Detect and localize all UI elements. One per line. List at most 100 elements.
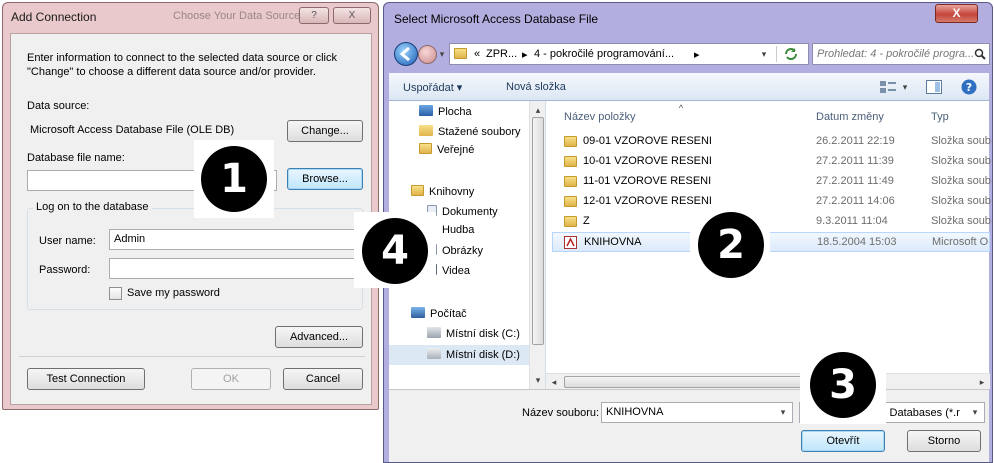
open-button[interactable]: Otevřít [801,430,885,452]
nav-item-libraries[interactable]: Knihovny [411,185,474,198]
list-horizontal-scrollbar[interactable]: ◂ ▸ [546,373,990,389]
add-connection-dialog: Add Connection Choose Your Data Source ?… [2,2,379,410]
row-name: 11-01 VZOROVE RESENI [583,175,712,187]
column-header-type[interactable]: Typ [931,111,949,123]
nav-item-downloads[interactable]: Stažené soubory [419,125,521,138]
drive-c-icon [427,327,441,338]
preview-pane-icon[interactable] [926,80,942,94]
row-date: 27.2.2011 14:06 [816,195,895,207]
computer-icon [411,307,425,318]
file-dialog-footer: Název souboru: KNIHOVNA ▾ M s Databases … [389,389,989,462]
nav-item-drive-c[interactable]: Místní disk (C:) [427,327,520,340]
file-type-value: s Databases (*.r [881,407,960,419]
cancel-button[interactable]: Storno [907,430,981,452]
file-type-dropdown-icon[interactable]: ▾ [969,405,981,419]
row-type: Složka soub [931,215,991,227]
breadcrumb-zpr[interactable]: ZPR... [486,48,517,60]
refresh-icon[interactable] [783,47,799,61]
row-date: 27.2.2011 11:49 [816,175,894,187]
row-name: Z [583,215,590,227]
folder-icon [564,136,577,147]
dialog-body: Enter information to connect to the sele… [10,33,372,405]
nav-item-public[interactable]: Veřejné [419,143,474,156]
scroll-thumb[interactable] [532,117,544,345]
organize-menu[interactable]: Uspořádat ▾ [403,81,462,94]
downloads-icon [419,125,433,136]
column-header-name[interactable]: Název položky [564,111,636,123]
nav-scrollbar[interactable]: ▴ ▾ [529,101,545,389]
close-button[interactable]: X [333,7,371,24]
row-type: Microsoft O [932,236,989,248]
row-name: KNIHOVNA [584,236,642,248]
scroll-up-icon[interactable]: ▴ [531,103,545,117]
password-input[interactable] [109,258,357,279]
address-dropdown-icon[interactable]: ▾ [758,47,770,61]
breadcrumb-overflow[interactable]: « [474,48,480,60]
scroll-down-icon[interactable]: ▾ [531,373,545,387]
close-button[interactable]: X [935,4,978,23]
row-date: 26.2.2011 22:19 [816,135,895,147]
history-dropdown-icon[interactable]: ▾ [437,47,447,61]
address-bar[interactable]: « ZPR... ▸ 4 - pokročilé programování...… [449,43,809,65]
folder-icon [419,143,432,154]
folder-icon [564,196,577,207]
table-row-selected[interactable]: KNIHOVNA 18.5.2004 15:03 Microsoft O [552,232,990,252]
data-source-value: Microsoft Access Database File (OLE DB) [27,120,277,141]
filename-dropdown-icon[interactable]: ▾ [777,405,789,419]
browse-button[interactable]: Browse... [287,168,363,190]
row-type: Složka soub [931,195,991,207]
row-date: 9.3.2011 11:04 [816,215,888,227]
callout-badge-2: 2 [698,212,764,278]
sort-indicator-icon: ^ [678,103,684,113]
advanced-button[interactable]: Advanced... [275,326,363,348]
save-password-checkbox[interactable] [109,287,122,300]
address-divider [776,46,777,62]
db-file-label: Database file name: [27,152,125,164]
scroll-left-icon[interactable]: ◂ [548,375,560,389]
column-header-date[interactable]: Datum změny [816,111,884,123]
desktop-icon [419,105,433,116]
drive-d-icon [427,348,441,359]
forward-button[interactable] [418,45,437,64]
breadcrumb-sep-1[interactable]: ▸ [522,48,528,61]
view-options-icon[interactable] [880,81,896,93]
row-name: 12-01 VZOROVE RESENI [583,195,712,207]
username-input[interactable]: Admin [109,229,357,250]
filename-input[interactable]: KNIHOVNA [601,402,793,423]
row-type: Složka soub [931,135,991,147]
row-type: Složka soub [931,175,991,187]
search-input[interactable]: Prohledat: 4 - pokročilé progra... [812,43,990,65]
search-icon[interactable] [974,48,986,60]
test-connection-button[interactable]: Test Connection [27,368,145,390]
nav-item-documents[interactable]: Dokumenty [427,205,498,218]
data-source-label: Data source: [27,100,90,112]
table-row[interactable]: 11-01 VZOROVE RESENI 27.2.2011 11:49 Slo… [546,172,991,192]
username-label: User name: [39,235,96,247]
breadcrumb-sep-2[interactable]: ▸ [694,48,700,61]
back-button[interactable] [394,42,418,66]
password-label: Password: [39,264,91,276]
help-icon[interactable]: ? [961,79,977,95]
cancel-button[interactable]: Cancel [283,368,363,390]
access-file-icon [564,236,577,249]
nav-item-drive-d[interactable]: Místní disk (D:) [427,348,520,361]
new-folder-button[interactable]: Nová složka [506,81,566,93]
view-dropdown-icon[interactable]: ▾ [900,80,910,94]
dialog-title: Select Microsoft Access Database File [394,12,599,26]
filename-label: Název souboru: [522,407,600,419]
intro-line-1: Enter information to connect to the sele… [27,52,337,64]
help-button[interactable]: ? [299,7,329,24]
callout-badge-3: 3 [810,352,876,418]
table-row[interactable]: 09-01 VZOROVE RESENI 26.2.2011 22:19 Slo… [546,132,991,152]
folder-icon [564,176,577,187]
nav-item-plocha[interactable]: Plocha [419,105,472,118]
change-button[interactable]: Change... [287,120,363,142]
scroll-right-icon[interactable]: ▸ [976,375,988,389]
breadcrumb-current[interactable]: 4 - pokročilé programování... [534,48,674,60]
row-type: Složka soub [931,155,991,167]
table-row[interactable]: 10-01 VZOROVE RESENI 27.2.2011 11:39 Slo… [546,152,991,172]
ok-button[interactable]: OK [191,368,271,390]
callout-badge-4: 4 [362,218,428,284]
nav-item-computer[interactable]: Počítač [411,307,467,320]
divider [19,356,365,357]
